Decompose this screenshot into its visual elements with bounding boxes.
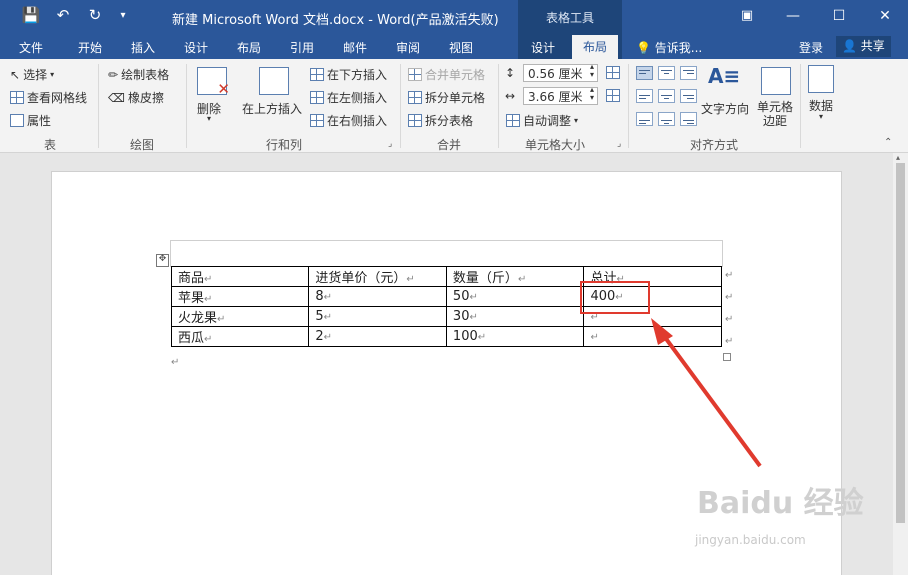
watermark-url: jingyan.baidu.com bbox=[695, 533, 806, 547]
arrow-shaft bbox=[662, 334, 762, 468]
baidu-watermark: Baidu 经验 bbox=[697, 486, 864, 521]
